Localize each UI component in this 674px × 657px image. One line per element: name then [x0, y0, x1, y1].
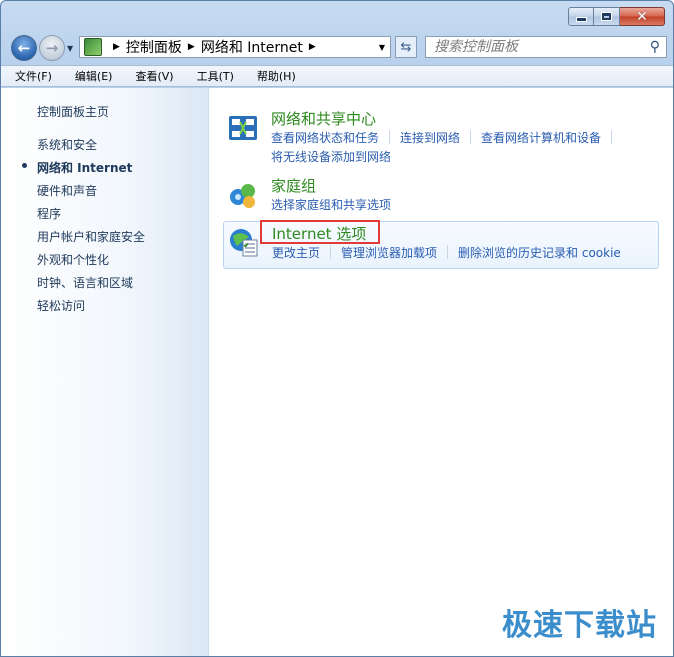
category-title-homegroup[interactable]: 家庭组	[271, 175, 316, 196]
category-links-homegroup: 选择家庭组和共享选项	[271, 196, 391, 213]
breadcrumb-separator-icon[interactable]: ▶	[188, 42, 195, 52]
back-button[interactable]: ←	[11, 35, 37, 61]
link-divider	[470, 130, 472, 144]
breadcrumb-network-internet[interactable]: 网络和 Internet	[201, 37, 303, 57]
back-arrow-icon: ←	[17, 39, 31, 57]
content-area: 控制面板主页 系统和安全 网络和 Internet 硬件和声音 程序 用户帐户和…	[1, 88, 673, 656]
menu-view[interactable]: 查看(V)	[131, 66, 177, 86]
link-change-homepage[interactable]: 更改主页	[272, 244, 320, 261]
link-divider	[330, 245, 332, 259]
highlight-box	[260, 220, 380, 244]
category-links-network-sharing: 查看网络状态和任务 连接到网络 查看网络计算机和设备	[271, 129, 622, 146]
category-network-sharing: 网络和共享中心 查看网络状态和任务 连接到网络 查看网络计算机和设备 将无线设备…	[223, 108, 657, 166]
link-view-network-computers[interactable]: 查看网络计算机和设备	[481, 129, 601, 146]
menu-tools[interactable]: 工具(T)	[193, 66, 238, 86]
sidebar-item-hardware-sound[interactable]: 硬件和声音	[37, 182, 97, 199]
navigation-bar: ← → ▼ ▶ 控制面板 ▶ 网络和 Internet ▶ ▼ ⇆ ⚲	[9, 32, 669, 62]
category-internet-options: Internet 选项 更改主页 管理浏览器加载项 删除浏览的历史记录和 coo…	[223, 220, 659, 269]
link-view-network-status[interactable]: 查看网络状态和任务	[271, 129, 379, 146]
network-sharing-center-icon	[229, 116, 257, 140]
menu-help[interactable]: 帮助(H)	[253, 66, 300, 86]
link-manage-add-ons[interactable]: 管理浏览器加载项	[341, 244, 437, 261]
address-bar[interactable]: ▶ 控制面板 ▶ 网络和 Internet ▶ ▼	[79, 36, 391, 58]
breadcrumb-separator-icon[interactable]: ▶	[113, 42, 120, 52]
category-homegroup: 家庭组 选择家庭组和共享选项	[223, 175, 657, 215]
sidebar-item-system-security[interactable]: 系统和安全	[37, 136, 97, 153]
category-links-internet-options: 更改主页 管理浏览器加载项 删除浏览的历史记录和 cookie	[272, 244, 621, 261]
sidebar-item-ease-of-access[interactable]: 轻松访问	[37, 297, 85, 314]
menu-edit[interactable]: 编辑(E)	[71, 66, 117, 86]
window-controls: ✕	[568, 7, 665, 26]
breadcrumb-separator-icon[interactable]: ▶	[309, 42, 316, 52]
link-homegroup-sharing-options[interactable]: 选择家庭组和共享选项	[271, 196, 391, 213]
control-panel-icon	[84, 38, 102, 56]
close-icon: ✕	[636, 8, 648, 25]
sidebar-item-control-panel-home[interactable]: 控制面板主页	[37, 103, 109, 120]
recent-pages-dropdown-icon[interactable]: ▼	[67, 44, 73, 53]
menu-bar: 文件(F) 编辑(E) 查看(V) 工具(T) 帮助(H)	[1, 65, 673, 87]
minimize-button[interactable]	[568, 7, 594, 26]
sidebar-item-network-internet: 网络和 Internet	[37, 161, 133, 175]
current-item-bullet-icon	[22, 163, 27, 168]
sidebar-item-programs[interactable]: 程序	[37, 205, 61, 222]
refresh-button[interactable]: ⇆	[395, 36, 417, 58]
search-input[interactable]	[426, 38, 636, 56]
watermark-text: 极速下载站	[502, 608, 657, 643]
link-divider	[611, 130, 613, 144]
link-divider	[447, 245, 449, 259]
sidebar-item-clock-language[interactable]: 时钟、语言和区域	[37, 274, 133, 291]
menu-file[interactable]: 文件(F)	[11, 66, 56, 86]
explorer-window: ✕ ← → ▼ ▶ 控制面板 ▶ 网络和 Internet ▶ ▼ ⇆ ⚲ 文件…	[0, 0, 674, 657]
search-icon[interactable]: ⚲	[650, 39, 660, 55]
link-divider	[389, 130, 391, 144]
forward-button[interactable]: →	[39, 35, 65, 61]
homegroup-icon	[230, 184, 255, 208]
address-dropdown-icon[interactable]: ▼	[374, 43, 390, 52]
sidebar-item-appearance[interactable]: 外观和个性化	[37, 251, 109, 268]
maximize-icon	[602, 13, 611, 20]
close-button[interactable]: ✕	[620, 7, 665, 26]
sidebar-item-user-accounts[interactable]: 用户帐户和家庭安全	[37, 228, 145, 245]
category-title-network-sharing[interactable]: 网络和共享中心	[271, 108, 376, 129]
internet-options-icon	[230, 229, 258, 257]
category-links-network-sharing-2: 将无线设备添加到网络	[271, 148, 391, 165]
refresh-icon: ⇆	[400, 39, 412, 55]
search-box[interactable]: ⚲	[425, 36, 667, 58]
link-delete-browsing-history[interactable]: 删除浏览的历史记录和 cookie	[458, 244, 621, 261]
maximize-button[interactable]	[594, 7, 620, 26]
minimize-icon	[576, 18, 586, 21]
forward-arrow-icon: →	[45, 39, 59, 57]
breadcrumb-control-panel[interactable]: 控制面板	[126, 37, 182, 57]
link-add-wireless-device[interactable]: 将无线设备添加到网络	[271, 148, 391, 165]
link-connect-to-network[interactable]: 连接到网络	[400, 129, 460, 146]
sidebar: 控制面板主页 系统和安全 网络和 Internet 硬件和声音 程序 用户帐户和…	[1, 88, 209, 656]
